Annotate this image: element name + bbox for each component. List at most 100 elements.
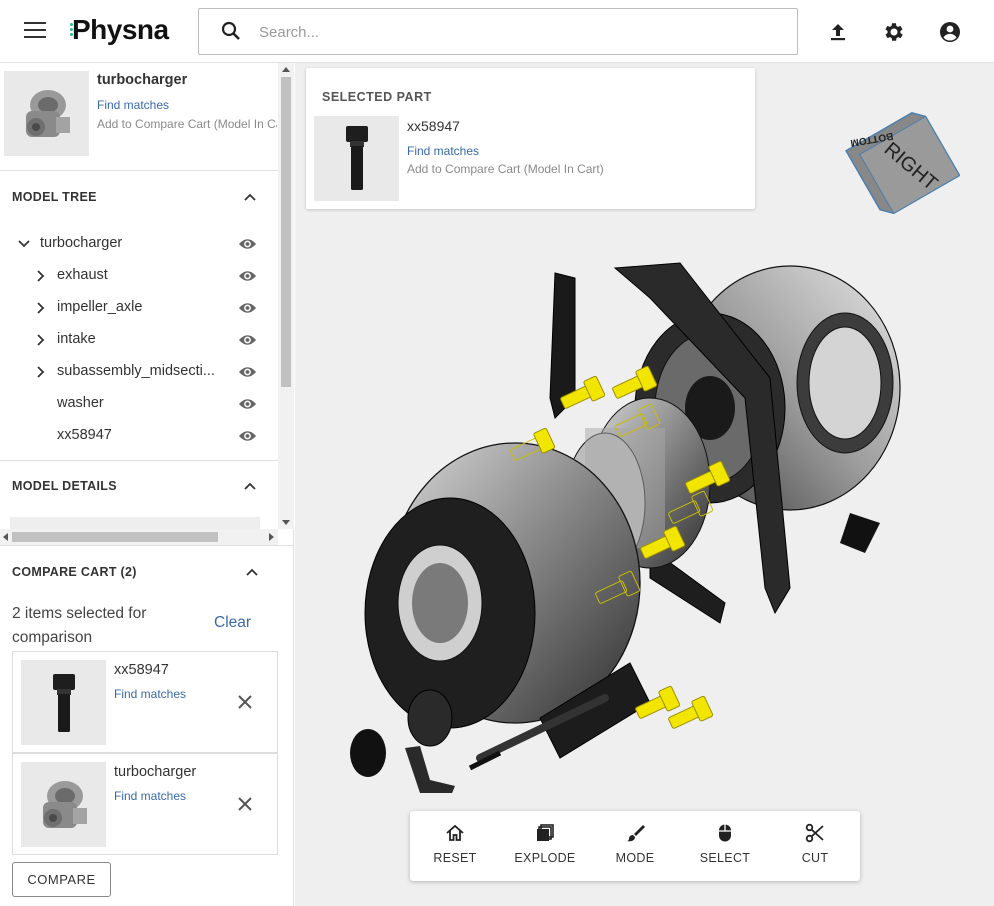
compare-cart-header[interactable]: COMPARE CART (2) [0,546,278,594]
add-to-compare-cart-link[interactable]: Add to Compare Cart (Model In Cart) [97,117,277,131]
tree-node-label: intake [57,331,96,347]
cart-item-thumbnail[interactable] [21,660,106,745]
find-matches-link[interactable]: Find matches [114,789,186,803]
model-details-header[interactable]: MODEL DETAILS [0,462,278,510]
top-app-bar: Physna [0,0,994,63]
gear-icon[interactable] [882,20,906,44]
bolt-thumbnail-image [346,126,368,190]
chevron-up-icon[interactable] [246,566,258,578]
gasket [840,513,880,553]
eye-icon[interactable] [238,333,257,347]
eye-icon[interactable] [238,269,257,283]
mode-button[interactable]: MODE [590,811,680,881]
account-icon[interactable] [938,20,962,44]
close-icon[interactable] [237,796,253,812]
tree-node-xx58947[interactable]: xx58947 [0,420,278,452]
upload-icon[interactable] [826,20,850,44]
vertical-scrollbar[interactable] [278,63,294,529]
scroll-right-arrow-icon[interactable] [269,533,274,541]
tree-node-label: exhaust [57,267,108,283]
eye-icon[interactable] [238,429,257,443]
compare-cart-section: COMPARE CART (2) 2 items selected for co… [0,545,294,906]
cart-item: xx58947 Find matches [12,651,278,753]
tree-node-turbocharger[interactable]: turbocharger [0,228,278,260]
select-button[interactable]: SELECT [680,811,770,881]
turbocharger-3d-model[interactable] [350,258,960,793]
model-tree-header[interactable]: MODEL TREE [0,173,278,221]
cut-label: CUT [801,851,829,865]
tree-node-subassembly-midsection[interactable]: subassembly_midsecti... [0,356,278,388]
explode-icon [537,824,554,841]
mode-label: MODE [615,851,655,865]
selected-part-thumbnail[interactable] [314,116,399,201]
scrollbar-thumb[interactable] [281,77,291,387]
eye-icon[interactable] [238,237,257,251]
compare-count-text: 2 items selected for comparison [12,605,147,646]
add-to-compare-cart-link[interactable]: Add to Compare Cart (Model In Cart) [407,162,604,176]
mouse-icon [719,824,731,842]
model-card: turbocharger Find matches Add to Compare… [0,63,278,171]
physna-logo[interactable]: Physna [70,14,169,46]
model-tree-title: MODEL TREE [12,190,97,204]
search-box[interactable] [198,8,798,55]
cart-item-name: xx58947 [114,662,169,678]
view-cube[interactable]: RIGHT BOTTOM [835,101,960,226]
viewer-toolbar: RESET EXPLODE MODE SELECT CUT [410,811,860,881]
horizontal-scrollbar[interactable] [0,529,278,545]
chevron-right-icon[interactable] [35,366,47,378]
3d-viewer[interactable]: SELECTED PART xx58947 Find matches Add t… [295,63,994,906]
find-matches-link[interactable]: Find matches [97,98,169,112]
chevron-right-icon[interactable] [35,270,47,282]
chevron-right-icon[interactable] [35,334,47,346]
select-label: SELECT [699,851,751,865]
scroll-down-arrow-icon[interactable] [282,520,290,525]
explode-button[interactable]: EXPLODE [500,811,590,881]
search-input[interactable] [259,19,779,45]
logo-dots [70,23,76,37]
scissors-icon [805,823,824,843]
tree-node-exhaust[interactable]: exhaust [0,260,278,292]
eye-icon[interactable] [238,397,257,411]
turbocharger-thumbnail-image [26,90,70,137]
eye-icon[interactable] [238,301,257,315]
selected-part-name: xx58947 [407,118,460,134]
find-matches-link[interactable]: Find matches [114,687,186,701]
chevron-right-icon[interactable] [35,302,47,314]
model-info-scroll-area[interactable]: turbocharger Find matches Add to Compare… [0,63,294,545]
tree-node-washer[interactable]: washer [0,388,278,420]
tree-node-label: washer [57,395,104,411]
tree-node-impeller-axle[interactable]: impeller_axle [0,292,278,324]
eye-icon[interactable] [238,365,257,379]
reset-button[interactable]: RESET [410,811,500,881]
divider [0,460,278,461]
left-panel: turbocharger Find matches Add to Compare… [0,63,294,906]
cart-item-name: turbocharger [114,764,197,780]
compare-button[interactable]: COMPARE [12,862,111,897]
reset-label: RESET [433,851,477,865]
brush-icon [627,825,645,842]
tree-node-intake[interactable]: intake [0,324,278,356]
bolt-thumbnail-image [53,674,75,732]
turbocharger-thumbnail-image [43,781,87,828]
model-details-title: MODEL DETAILS [12,479,117,493]
model-details-content [10,517,260,529]
explode-label: EXPLODE [514,851,576,865]
search-icon [221,21,240,40]
chevron-up-icon[interactable] [244,480,256,492]
clear-button[interactable]: Clear [214,614,251,632]
logo-text: Physna [72,14,169,45]
cut-button[interactable]: CUT [770,811,860,881]
menu-icon[interactable] [24,22,46,40]
scroll-up-arrow-icon[interactable] [282,67,290,72]
find-matches-link[interactable]: Find matches [407,144,479,158]
selected-part-heading: SELECTED PART [322,90,432,104]
cart-item-thumbnail[interactable] [21,762,106,847]
scrollbar-thumb[interactable] [12,532,218,542]
close-icon[interactable] [237,694,253,710]
chevron-up-icon[interactable] [244,191,256,203]
model-thumbnail[interactable] [4,71,89,156]
scroll-left-arrow-icon[interactable] [3,533,8,541]
chevron-down-icon[interactable] [18,238,30,250]
tree-node-label: subassembly_midsecti... [57,363,215,379]
cart-item: turbocharger Find matches [12,753,278,855]
